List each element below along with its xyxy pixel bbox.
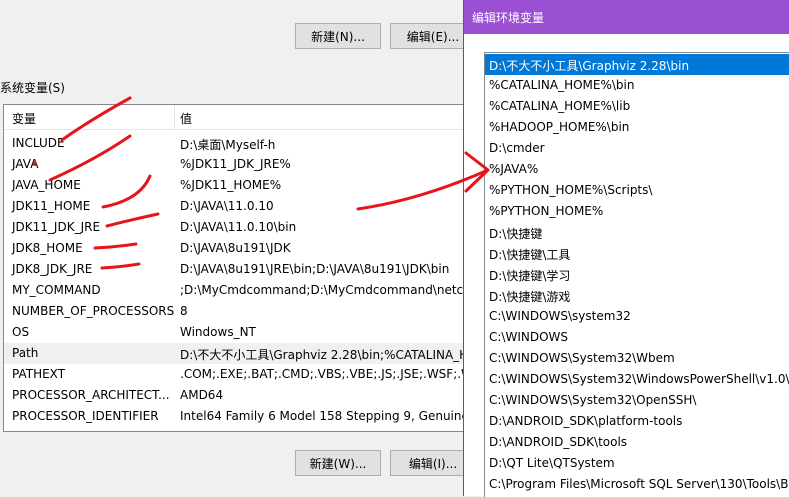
path-entries-list[interactable]: D:\不大不小工具\Graphviz 2.28\bin %CATALINA_HOM… bbox=[484, 52, 789, 497]
new-button-bottom[interactable]: 新建(W)... bbox=[295, 450, 381, 476]
variable-name: PROCESSOR_ARCHITECT... bbox=[12, 388, 170, 402]
column-header-value[interactable]: 值 bbox=[180, 110, 192, 127]
list-item[interactable]: C:\WINDOWS\System32\WindowsPowerShell\v1… bbox=[485, 369, 789, 390]
variable-name: JDK8_JDK_JRE bbox=[12, 262, 93, 276]
list-item[interactable]: D:\QT Lite\QTSystem bbox=[485, 453, 789, 474]
list-item[interactable]: %CATALINA_HOME%\bin bbox=[485, 75, 789, 96]
variable-name: Path bbox=[12, 346, 39, 360]
table-row[interactable]: JDK8_HOME D:\JAVA\8u191\JDK bbox=[4, 238, 472, 259]
list-item[interactable]: D:\快捷键\学习 bbox=[485, 264, 789, 285]
list-item[interactable]: D:\ANDROID_SDK\platform-tools bbox=[485, 411, 789, 432]
path-entry-text: C:\WINDOWS bbox=[489, 330, 569, 344]
list-item[interactable]: C:\WINDOWS\system32 bbox=[485, 306, 789, 327]
variable-name: JAVA_HOME bbox=[12, 178, 81, 192]
list-item[interactable]: %HADOOP_HOME%\bin bbox=[485, 117, 789, 138]
variable-value: D:\桌面\Myself-h bbox=[180, 138, 276, 152]
table-row[interactable]: PROCESSOR_ARCHITECT... AMD64 bbox=[4, 385, 472, 406]
system-variables-list[interactable]: 变量 值 INCLUDE D:\桌面\Myself-h JAVA %JDK11_JDK… bbox=[3, 104, 473, 432]
variable-name: PROCESSOR_IDENTIFIER bbox=[12, 409, 159, 423]
table-row[interactable]: JDK11_HOME D:\JAVA\11.0.10 bbox=[4, 196, 472, 217]
table-row[interactable]: JAVA_HOME %JDK11_HOME% bbox=[4, 175, 472, 196]
path-entry-text: D:\快捷键 bbox=[489, 227, 543, 241]
path-entry-text: C:\WINDOWS\System32\Wbem bbox=[489, 351, 675, 365]
list-item[interactable]: D:\快捷键 bbox=[485, 222, 789, 243]
variable-name: PATHEXT bbox=[12, 367, 66, 381]
variable-value: %JDK11_HOME% bbox=[180, 178, 282, 192]
variable-value: Windows_NT bbox=[180, 325, 256, 339]
variable-value: D:\JAVA\8u191\JDK bbox=[180, 241, 291, 255]
list-header: 变量 值 bbox=[4, 105, 472, 130]
list-item[interactable]: D:\ANDROID_SDK\tools bbox=[485, 432, 789, 453]
column-separator[interactable] bbox=[174, 105, 175, 129]
list-item[interactable]: D:\快捷键\游戏 bbox=[485, 285, 789, 306]
path-entry-text: D:\QT Lite\QTSystem bbox=[489, 456, 615, 470]
variable-name: MY_COMMAND bbox=[12, 283, 101, 297]
path-entry-text: %CATALINA_HOME%\lib bbox=[489, 99, 631, 113]
path-entry-text: D:\不大不小工具\Graphviz 2.28\bin bbox=[489, 59, 690, 73]
edit-env-variable-dialog: 编辑环境变量 D:\不大不小工具\Graphviz 2.28\bin %CATAL… bbox=[463, 0, 789, 497]
variable-name: OS bbox=[12, 325, 30, 339]
list-item[interactable]: C:\WINDOWS\System32\OpenSSH\ bbox=[485, 390, 789, 411]
list-item[interactable]: D:\快捷键\工具 bbox=[485, 243, 789, 264]
list-item[interactable]: %CATALINA_HOME%\lib bbox=[485, 96, 789, 117]
variable-value: D:\JAVA\11.0.10 bbox=[180, 199, 274, 213]
table-row[interactable]: JAVA %JDK11_JDK_JRE% bbox=[4, 154, 472, 175]
list-item[interactable]: %PYTHON_HOME% bbox=[485, 201, 789, 222]
list-item[interactable]: D:\cmder bbox=[485, 138, 789, 159]
table-row[interactable]: INCLUDE D:\桌面\Myself-h bbox=[4, 133, 472, 154]
path-entry-text: D:\快捷键\工具 bbox=[489, 248, 571, 262]
path-entry-text: %PYTHON_HOME%\Scripts\ bbox=[489, 183, 653, 197]
table-row[interactable]: JDK8_JDK_JRE D:\JAVA\8u191\JRE\bin;D:\JAV… bbox=[4, 259, 472, 280]
table-row[interactable]: MY_COMMAND ;D:\MyCmdcommand;D:\MyCmdcomma… bbox=[4, 280, 472, 301]
list-item[interactable]: C:\WINDOWS\System32\Wbem bbox=[485, 348, 789, 369]
list-item[interactable]: C:\Program Files\Microsoft SQL Server\13… bbox=[485, 474, 789, 495]
table-row[interactable]: NUMBER_OF_PROCESSORS 8 bbox=[4, 301, 472, 322]
path-entry-text: D:\ANDROID_SDK\platform-tools bbox=[489, 414, 683, 428]
variable-value: ;D:\MyCmdcommand;D:\MyCmdcommand\netcat bbox=[180, 283, 473, 297]
variable-value: 8 bbox=[180, 304, 188, 318]
list-item[interactable]: %PYTHON_HOME%\Scripts\ bbox=[485, 180, 789, 201]
dialog-titlebar[interactable]: 编辑环境变量 bbox=[464, 0, 789, 34]
path-entry-text: %JAVA% bbox=[489, 162, 539, 176]
path-entry-text: D:\ANDROID_SDK\tools bbox=[489, 435, 628, 449]
variable-name: JDK8_HOME bbox=[12, 241, 83, 255]
table-row[interactable]: PROCESSOR_IDENTIFIER Intel64 Family 6 Mod… bbox=[4, 406, 472, 427]
path-entry-text: D:\cmder bbox=[489, 141, 545, 155]
variable-value: D:\JAVA\8u191\JRE\bin;D:\JAVA\8u191\JDK\… bbox=[180, 262, 450, 276]
path-entry-text: %HADOOP_HOME%\bin bbox=[489, 120, 630, 134]
variable-value: AMD64 bbox=[180, 388, 224, 402]
table-row[interactable]: OS Windows_NT bbox=[4, 322, 472, 343]
list-item[interactable]: C:\WINDOWS bbox=[485, 327, 789, 348]
variable-name: NUMBER_OF_PROCESSORS bbox=[12, 304, 175, 318]
path-entry-text: C:\WINDOWS\System32\WindowsPowerShell\v1… bbox=[489, 372, 789, 386]
variable-name: JAVA bbox=[12, 157, 39, 171]
path-entry-text: C:\Program Files\Microsoft SQL Server\13… bbox=[489, 477, 789, 491]
system-variables-label: 系统变量(S) bbox=[0, 81, 65, 95]
variable-value: %JDK11_JDK_JRE% bbox=[180, 157, 291, 171]
path-entry-text: D:\快捷键\游戏 bbox=[489, 290, 571, 304]
column-header-name[interactable]: 变量 bbox=[12, 110, 36, 127]
path-entry-text: C:\WINDOWS\System32\OpenSSH\ bbox=[489, 393, 697, 407]
path-entry-text: D:\快捷键\学习 bbox=[489, 269, 571, 283]
list-item[interactable]: %JAVA% bbox=[485, 159, 789, 180]
variable-value: D:\不大不小工具\Graphviz 2.28\bin;%CATALINA_HO… bbox=[180, 348, 472, 362]
path-entry-text: %PYTHON_HOME% bbox=[489, 204, 604, 218]
dialog-title: 编辑环境变量 bbox=[472, 11, 545, 25]
path-entry-text: %CATALINA_HOME%\bin bbox=[489, 78, 635, 92]
variable-name: INCLUDE bbox=[12, 136, 65, 150]
new-button-top[interactable]: 新建(N)... bbox=[295, 23, 381, 49]
table-row[interactable]: PATHEXT .COM;.EXE;.BAT;.CMD;.VBS;.VBE;.JS… bbox=[4, 364, 472, 385]
table-row[interactable]: Path D:\不大不小工具\Graphviz 2.28\bin;%CATALIN… bbox=[4, 343, 472, 364]
variable-value: .COM;.EXE;.BAT;.CMD;.VBS;.VBE;.JS;.JSE;.… bbox=[180, 367, 473, 381]
path-entry-text: C:\WINDOWS\system32 bbox=[489, 309, 631, 323]
variable-name: JDK11_HOME bbox=[12, 199, 91, 213]
variable-value: D:\JAVA\11.0.10\bin bbox=[180, 220, 297, 234]
variable-name: JDK11_JDK_JRE bbox=[12, 220, 101, 234]
table-row[interactable]: JDK11_JDK_JRE D:\JAVA\11.0.10\bin bbox=[4, 217, 472, 238]
variable-value: Intel64 Family 6 Model 158 Stepping 9, G… bbox=[180, 409, 473, 423]
list-item[interactable]: D:\不大不小工具\Graphviz 2.28\bin bbox=[485, 54, 789, 75]
